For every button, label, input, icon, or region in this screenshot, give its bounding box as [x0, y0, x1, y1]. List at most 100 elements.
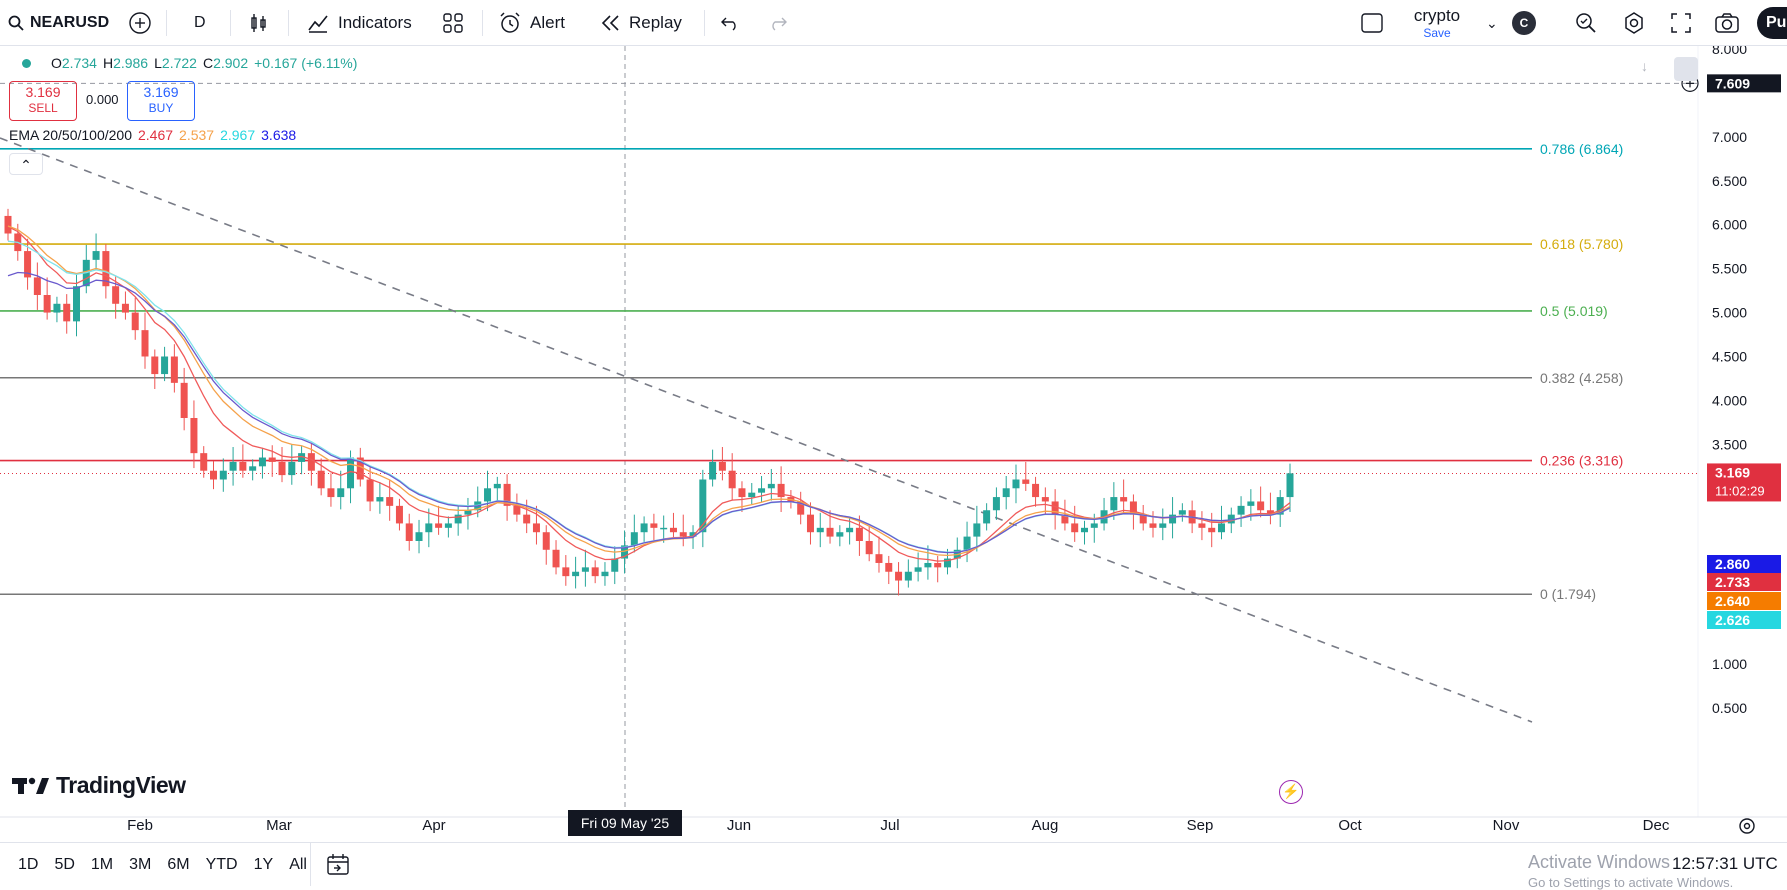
- plus-circle-icon: [129, 12, 151, 34]
- quick-search-button[interactable]: [1574, 0, 1598, 46]
- candle-body: [1247, 501, 1255, 506]
- candle-body: [1012, 479, 1020, 489]
- range-1m[interactable]: 1M: [91, 856, 113, 874]
- time-axis-label: Jun: [727, 817, 751, 834]
- compare-button[interactable]: [128, 0, 152, 46]
- clock[interactable]: 12:57:31 UTC: [1670, 854, 1778, 874]
- date-range-button[interactable]: [326, 843, 352, 886]
- spread-value: 0.000: [86, 92, 119, 107]
- ema-legend[interactable]: EMA 20/50/100/200 2.467 2.537 2.967 3.63…: [9, 127, 296, 143]
- chevron-up-icon: ⌃: [20, 157, 32, 173]
- range-all[interactable]: All: [289, 856, 307, 874]
- candle-body: [327, 488, 335, 498]
- candle-body: [1120, 497, 1128, 502]
- candle-body: [131, 312, 139, 331]
- interval-button[interactable]: D: [194, 0, 206, 46]
- price-badge-countdown: 11:02:29: [1715, 483, 1765, 498]
- candle-body: [161, 356, 169, 375]
- tradingview-logo[interactable]: TradingView: [12, 772, 186, 799]
- fullscreen-icon: [1671, 13, 1691, 33]
- search-icon: [8, 15, 24, 31]
- templates-button[interactable]: [442, 0, 464, 46]
- sell-button[interactable]: 3.169 SELL: [9, 81, 77, 121]
- candle-body: [249, 466, 257, 471]
- rewind-icon: [601, 15, 619, 31]
- candle-body: [121, 303, 129, 313]
- time-axis-label: Oct: [1338, 817, 1362, 834]
- candle-body: [454, 514, 462, 524]
- ema100-value: 2.967: [220, 127, 256, 143]
- top-toolbar: NEARUSD D Indicators Alert Replay crypto…: [0, 0, 1787, 46]
- candle-body: [1257, 501, 1265, 511]
- candle-body: [366, 479, 374, 502]
- settings-button[interactable]: [1622, 0, 1646, 46]
- range-1y[interactable]: 1Y: [254, 856, 274, 874]
- time-axis-label: Apr: [422, 817, 445, 834]
- range-1d[interactable]: 1D: [18, 856, 38, 874]
- alert-label: Alert: [530, 13, 565, 32]
- price-axis-label: 3.500: [1712, 436, 1747, 452]
- axis-settings-icon-core: [1743, 822, 1751, 830]
- candle-body: [1149, 523, 1157, 528]
- lightning-event-icon[interactable]: ⚡: [1279, 780, 1303, 804]
- candle-body: [386, 497, 394, 506]
- layout-dropdown[interactable]: ⌄: [1486, 0, 1498, 46]
- candle-body: [200, 453, 208, 471]
- price-axis-label: 7.000: [1712, 129, 1747, 145]
- square-icon: [1361, 13, 1383, 33]
- publish-button[interactable]: Pu: [1757, 7, 1787, 39]
- chart-pane[interactable]: 0.786 (6.864) 0.618 (5.780) 0.5 (5.019) 0.3…: [0, 46, 1787, 841]
- candle-body: [572, 571, 580, 577]
- collapse-legend-button[interactable]: ⌃: [9, 153, 43, 175]
- candle-body: [826, 527, 834, 537]
- avatar[interactable]: C: [1512, 11, 1536, 35]
- snapshot-button[interactable]: [1714, 0, 1740, 46]
- price-axis-label: 5.000: [1712, 305, 1747, 321]
- price-badge-value: 2.640: [1715, 593, 1750, 609]
- candle-body: [151, 356, 159, 375]
- candle-body: [601, 571, 609, 577]
- price-axis-label: 4.000: [1712, 392, 1747, 408]
- candle-body: [806, 514, 814, 533]
- candle-body: [258, 457, 266, 467]
- replay-button[interactable]: Replay: [601, 0, 682, 46]
- candle-body: [895, 571, 903, 581]
- ema200-line: [7, 271, 1291, 554]
- candle-body: [885, 562, 893, 572]
- time-axis-label: Nov: [1493, 817, 1520, 834]
- candle-body: [1217, 523, 1225, 533]
- indicators-button[interactable]: Indicators: [306, 0, 412, 46]
- price-chart[interactable]: 0.786 (6.864) 0.618 (5.780) 0.5 (5.019) 0.3…: [0, 46, 1787, 841]
- buy-button[interactable]: 3.169 BUY: [127, 81, 195, 121]
- ema50-value: 2.537: [179, 127, 215, 143]
- range-ytd[interactable]: YTD: [206, 856, 238, 874]
- range-6m[interactable]: 6M: [167, 856, 189, 874]
- object-tree-icon[interactable]: [1674, 57, 1698, 81]
- candle-body: [973, 523, 981, 537]
- candle-body: [229, 461, 237, 471]
- open-value: 2.734: [61, 55, 97, 71]
- fullscreen-button[interactable]: [1670, 0, 1692, 46]
- alert-button[interactable]: Alert: [498, 0, 565, 46]
- candle-body: [395, 505, 403, 524]
- price-badge-value: 2.733: [1715, 574, 1750, 590]
- layout-toggle-button[interactable]: [1360, 0, 1384, 46]
- arrow-down-icon: ↓: [1641, 58, 1648, 74]
- candle-body: [855, 527, 863, 541]
- layout-name-button[interactable]: crypto Save: [1410, 6, 1464, 40]
- chart-type-button[interactable]: [248, 0, 270, 46]
- symbol-search[interactable]: NEARUSD: [8, 0, 109, 46]
- undo-button[interactable]: [720, 0, 740, 46]
- range-5d[interactable]: 5D: [54, 856, 74, 874]
- brand-name: TradingView: [56, 772, 186, 798]
- calendar-arrow-icon: [327, 853, 349, 875]
- candle-body: [43, 295, 51, 313]
- candle-body: [4, 215, 12, 234]
- range-3m[interactable]: 3M: [129, 856, 151, 874]
- buy-price: 3.169: [143, 84, 179, 100]
- candle-body: [239, 461, 247, 471]
- low-label: L: [154, 55, 162, 71]
- candle-body: [219, 470, 227, 480]
- redo-button[interactable]: [768, 0, 788, 46]
- replay-label: Replay: [629, 13, 682, 32]
